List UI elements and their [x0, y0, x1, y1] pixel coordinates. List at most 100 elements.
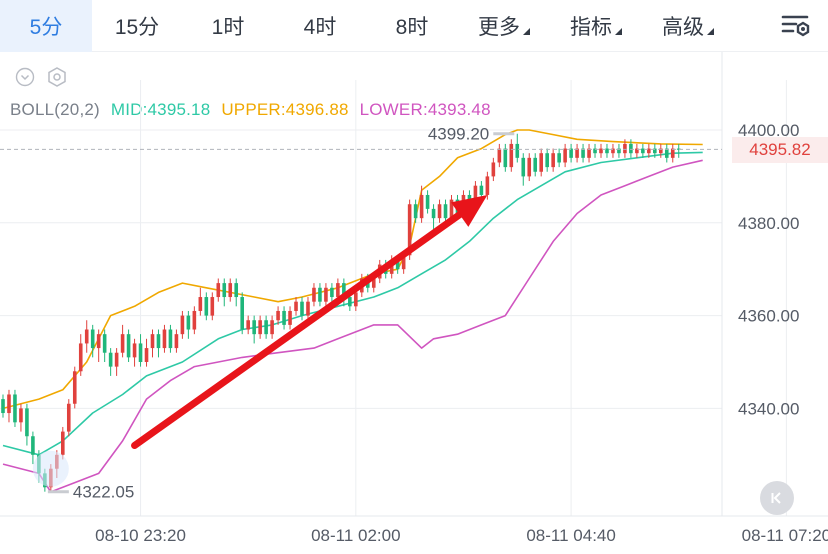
candle-body — [174, 334, 179, 349]
tab-label: 4时 — [303, 15, 337, 39]
tab-1h[interactable]: 1时 — [182, 0, 274, 52]
candle-body — [336, 283, 340, 298]
x-tick-label: 08-11 02:00 — [311, 526, 400, 545]
candle-body — [258, 320, 262, 335]
dropdown-caret-icon — [707, 28, 714, 35]
candle-body — [228, 283, 233, 298]
candle-body — [318, 287, 322, 302]
candle-body — [443, 204, 448, 219]
candle-body — [264, 320, 268, 335]
candle-body — [557, 153, 561, 163]
candle-body — [623, 143, 627, 154]
tab-label: 8时 — [395, 15, 429, 39]
candle-body — [288, 310, 292, 325]
candle-body — [664, 148, 669, 158]
candle-body — [252, 320, 256, 335]
candle-body — [132, 343, 137, 358]
candle-body — [198, 297, 203, 311]
y-tick-label: 4360.00 — [738, 307, 799, 326]
candle-body — [144, 348, 149, 362]
candle-body — [31, 436, 35, 455]
tab-4h[interactable]: 4时 — [274, 0, 366, 52]
candle-body — [300, 301, 304, 316]
candle-body — [282, 310, 286, 325]
candle-body — [419, 194, 424, 219]
candle-body — [581, 148, 585, 158]
x-tick-label: 08-11 04:40 — [526, 526, 615, 545]
chart-settings-icon — [781, 15, 810, 37]
candle-body — [437, 204, 442, 219]
tab-label: 1时 — [211, 15, 245, 39]
candle-body — [156, 334, 161, 349]
candle-body — [114, 352, 119, 367]
boll-upper-line — [2, 129, 703, 410]
candle-body — [216, 283, 221, 298]
candle-body — [563, 148, 567, 163]
dropdown-caret-icon — [615, 28, 622, 35]
candle-body — [539, 153, 543, 172]
boll-lower-line — [2, 159, 703, 493]
candle-body — [485, 176, 490, 195]
current-price-tag: 4395.82 — [732, 137, 828, 163]
candle-body — [533, 157, 538, 172]
candle-body — [84, 329, 89, 344]
low-marker-label: 4322.05 — [73, 483, 134, 502]
tab-15min[interactable]: 15分 — [92, 0, 182, 52]
candle-body — [569, 148, 573, 158]
tab-more[interactable]: 更多 — [458, 0, 550, 52]
candle-body — [629, 143, 633, 154]
candle-body — [13, 394, 17, 423]
dropdown-caret-icon — [523, 28, 530, 35]
candlestick-chart[interactable]: 4400.004380.004360.004340.0008-10 23:20 0… — [0, 52, 828, 554]
candle-body — [330, 287, 334, 298]
candle-body — [503, 148, 508, 168]
tab-8h[interactable]: 8时 — [366, 0, 458, 52]
candle-body — [162, 329, 167, 349]
candle-body — [425, 194, 430, 209]
candle-body — [479, 185, 484, 195]
candle-body — [186, 315, 191, 330]
tab-label: 更多 — [478, 15, 520, 39]
candle-body — [210, 297, 215, 316]
high-marker-label: 4399.20 — [428, 125, 489, 144]
candle-body — [276, 310, 280, 321]
chart-settings-button[interactable] — [764, 0, 828, 52]
candle-body — [575, 148, 579, 158]
tab-label: 5分 — [29, 15, 63, 39]
tab-label: 高级 — [662, 15, 704, 39]
candle-body — [545, 153, 549, 168]
tab-advanced[interactable]: 高级 — [642, 0, 734, 52]
current-price-label: 4395.82 — [749, 140, 811, 159]
candle-body — [25, 408, 29, 437]
candle-body — [204, 297, 209, 316]
candle-body — [138, 343, 143, 362]
candle-body — [240, 297, 244, 330]
candle-body — [102, 334, 107, 353]
candle-body — [294, 301, 298, 311]
candle-body — [521, 157, 526, 177]
candle-body — [168, 329, 173, 349]
candle-body — [348, 297, 352, 307]
tab-5min[interactable]: 5分 — [0, 0, 92, 52]
candle-body — [180, 315, 185, 335]
candle-body — [78, 343, 83, 372]
candle-body — [551, 153, 555, 168]
candle-body — [90, 329, 95, 349]
x-tick-label: 08-10 23:20 — [95, 526, 186, 545]
candle-body — [72, 371, 77, 404]
tab-label: 指标 — [570, 15, 612, 39]
candle-body — [413, 204, 418, 219]
candle-body — [312, 287, 316, 302]
candle-body — [515, 143, 520, 158]
x-tick-label: 08-11 07:20 — [742, 526, 828, 545]
candle-body — [96, 334, 101, 349]
jump-to-latest-button[interactable] — [760, 481, 794, 515]
candle-body — [1, 399, 5, 414]
tab-label: 15分 — [114, 15, 160, 39]
candle-body — [354, 292, 358, 307]
candle-body — [509, 143, 514, 168]
candle-body — [431, 208, 436, 219]
tab-indicators[interactable]: 指标 — [550, 0, 642, 52]
candle-body — [61, 431, 65, 455]
candle-body — [527, 157, 532, 177]
